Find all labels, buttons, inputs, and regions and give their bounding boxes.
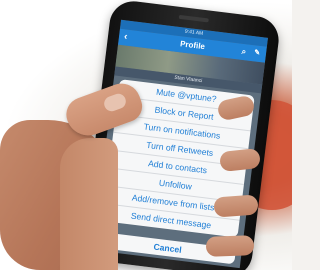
finger-ring: [213, 194, 259, 218]
navbar-title: Profile: [179, 39, 206, 52]
photo-background: 9:41 AM ‹ Profile ⌕ ✎ Stan Vlaanci Mute …: [0, 0, 292, 270]
phone-screen: 9:41 AM ‹ Profile ⌕ ✎ Stan Vlaanci Mute …: [92, 19, 268, 269]
search-icon[interactable]: ⌕: [241, 44, 247, 60]
chevron-left-icon[interactable]: ‹: [123, 29, 128, 45]
palm: [60, 138, 118, 270]
finger-little: [205, 235, 255, 257]
phone-speaker: [178, 14, 209, 23]
edit-icon[interactable]: ✎: [253, 45, 261, 62]
